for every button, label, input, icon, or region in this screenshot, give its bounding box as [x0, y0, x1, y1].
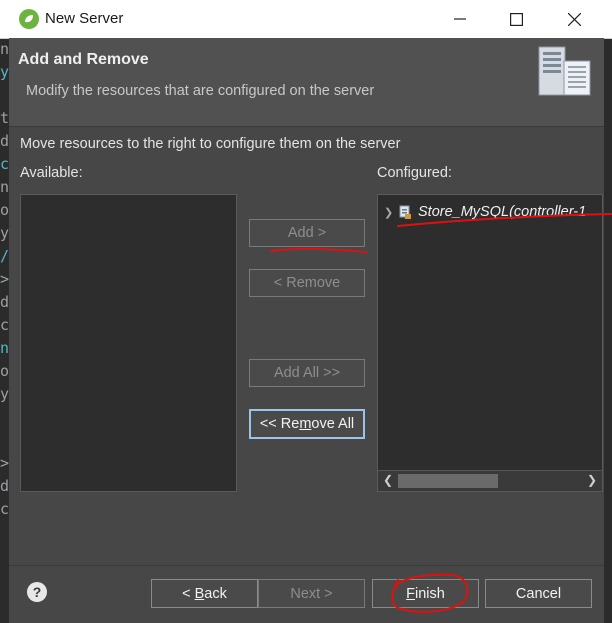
remove-all-button[interactable]: << Re m ove All	[249, 409, 365, 439]
background-strip-char: d	[0, 293, 9, 311]
expand-chevron-icon[interactable]: ❯	[384, 206, 398, 219]
back-mnemonic: B	[194, 585, 205, 602]
background-strip-char: >	[0, 454, 9, 472]
background-strip-char: d	[0, 477, 9, 495]
background-editor-strip: n y t d c n o y / > d c n o y > d c	[0, 38, 9, 623]
background-strip-char: y	[0, 224, 9, 242]
background-strip-char: n	[0, 40, 9, 58]
finish-button[interactable]: Finish	[372, 579, 479, 608]
available-label: Available:	[20, 165, 83, 181]
minimize-icon	[454, 18, 466, 20]
horizontal-scrollbar[interactable]: ❮ ❯	[378, 470, 602, 491]
background-strip-char: o	[0, 201, 9, 219]
background-strip-char: n	[0, 178, 9, 196]
remove-all-mnemonic: m	[299, 416, 312, 432]
help-icon[interactable]: ?	[27, 582, 47, 602]
maximize-button[interactable]	[488, 0, 544, 38]
title-bar: New Server	[0, 0, 612, 39]
wizard-header: Add and Remove Modify the resources that…	[9, 38, 604, 127]
maximize-icon	[509, 12, 523, 26]
background-strip-char: c	[0, 500, 9, 518]
scroll-left-icon[interactable]: ❮	[379, 473, 397, 487]
back-suffix: ack	[204, 585, 227, 602]
close-icon	[567, 12, 581, 26]
background-strip-char: n	[0, 339, 9, 357]
minimize-button[interactable]	[432, 0, 488, 38]
background-strip-char: o	[0, 362, 9, 380]
background-strip-char: c	[0, 155, 9, 173]
project-icon	[398, 205, 412, 219]
add-all-button[interactable]: Add All >>	[249, 359, 365, 387]
background-strip-char: d	[0, 132, 9, 150]
server-icon	[538, 46, 591, 96]
background-strip-char: y	[0, 385, 9, 403]
configured-tree-item[interactable]: ❯ Store_MySQL(controller-1	[384, 204, 586, 220]
cancel-button[interactable]: Cancel	[485, 579, 592, 608]
add-button[interactable]: Add >	[249, 219, 365, 247]
background-strip-char: y	[0, 63, 9, 81]
configured-label: Configured:	[377, 165, 452, 181]
instructions-text: Move resources to the right to configure…	[20, 136, 401, 152]
background-strip-char	[0, 406, 9, 429]
remove-all-prefix: << Re	[259, 416, 300, 432]
finish-suffix: inish	[415, 585, 445, 602]
background-strip-char: /	[0, 247, 9, 265]
background-strip-char	[0, 429, 9, 452]
background-strip-char: c	[0, 316, 9, 334]
spring-app-icon	[19, 9, 39, 29]
back-prefix: <	[182, 585, 195, 602]
remove-all-suffix: ove All	[311, 416, 355, 432]
scrollbar-thumb[interactable]	[398, 474, 498, 488]
scroll-right-icon[interactable]: ❯	[583, 473, 601, 487]
background-strip-char: t	[0, 109, 9, 127]
finish-mnemonic: F	[406, 585, 416, 602]
background-strip-char	[0, 84, 9, 107]
remove-button[interactable]: < Remove	[249, 269, 365, 297]
footer-separator	[9, 565, 604, 566]
window-title: New Server	[45, 10, 124, 27]
page-description: Modify the resources that are configured…	[26, 83, 375, 99]
wizard-content: Move resources to the right to configure…	[9, 127, 604, 623]
configured-list[interactable]: ❯ Store_MySQL(controller-1 ❮ ❯	[377, 194, 603, 492]
configured-item-label: Store_MySQL(controller-1	[418, 204, 587, 220]
available-list[interactable]	[20, 194, 237, 492]
back-button[interactable]: < Back	[151, 579, 258, 608]
next-button[interactable]: Next >	[258, 579, 365, 608]
background-editor-right	[604, 38, 612, 623]
close-button[interactable]	[546, 0, 602, 38]
page-title: Add and Remove	[18, 51, 149, 68]
new-server-dialog: Add and Remove Modify the resources that…	[9, 38, 604, 623]
background-strip-char: >	[0, 270, 9, 288]
